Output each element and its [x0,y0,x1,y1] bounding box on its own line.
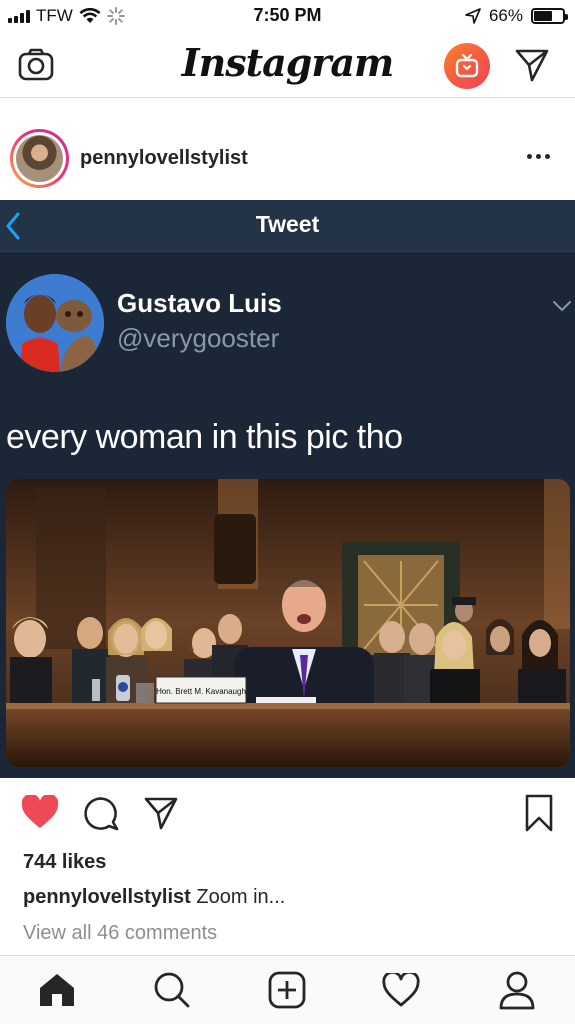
tweet-header-title: Tweet [255,211,320,237]
location-arrow-icon [465,8,481,24]
post-image-tweet-screenshot[interactable]: Tweet Gustavo Luis @verygooster every wo… [0,200,575,778]
battery-percent: 66% [488,6,523,25]
bottom-tab-bar [0,955,575,1024]
igtv-icon [455,53,479,78]
nameplate-text: Hon. Brett M. Kavanaugh [156,687,246,696]
caption-text: Zoom in... [196,886,286,908]
search-icon [154,972,190,1008]
post-author-avatar[interactable] [10,129,69,188]
avatar-image [16,135,63,182]
post-caption: pennylovellstylist Zoom in... [23,886,285,909]
status-right: 66% [465,6,568,26]
battery-fill [534,11,553,21]
likes-count[interactable]: 744 likes [23,851,106,874]
tab-profile[interactable] [497,970,537,1010]
tweet-author-name: Gustavo Luis [117,288,282,318]
tweet-author-handle: @verygooster [117,323,280,353]
tab-search[interactable] [152,970,192,1010]
profile-icon [499,971,535,1010]
tweet-text: every woman in this pic tho [6,418,403,456]
avatar-inner [13,132,66,185]
add-post-icon [268,971,306,1009]
post-header: pennylovellstylist [0,98,575,200]
caption-username[interactable]: pennylovellstylist [23,886,191,908]
tweet-avatar-art [6,274,104,372]
tab-new-post[interactable] [267,970,307,1010]
save-bookmark-icon[interactable] [525,794,553,832]
post-actions-area: 744 likes pennylovellstylist Zoom in... … [0,778,575,958]
battery-icon [531,8,568,24]
home-icon [40,974,74,1006]
instagram-top-nav: Instagram [0,34,575,98]
more-options-icon[interactable] [527,154,550,159]
tweet-photo-hearing: Hon. Brett M. Kavanaugh [6,479,570,767]
comment-icon[interactable] [83,795,119,831]
view-comments-link[interactable]: View all 46 comments [23,922,217,945]
hearing-scene: Hon. Brett M. Kavanaugh [6,479,570,767]
chevron-down-icon [553,301,571,312]
post-username[interactable]: pennylovellstylist [80,147,248,170]
liked-heart-icon[interactable] [21,795,59,829]
share-icon[interactable] [143,795,179,831]
tweet-author-avatar [6,274,104,372]
tab-home[interactable] [37,970,77,1010]
direct-message-icon[interactable] [514,47,550,83]
igtv-button[interactable] [444,43,490,89]
tweet-header-bar: Tweet [0,200,575,254]
activity-heart-icon [382,973,420,1007]
status-bar: TFW 7:50 PM 66% [0,0,575,34]
tab-activity[interactable] [381,970,421,1010]
